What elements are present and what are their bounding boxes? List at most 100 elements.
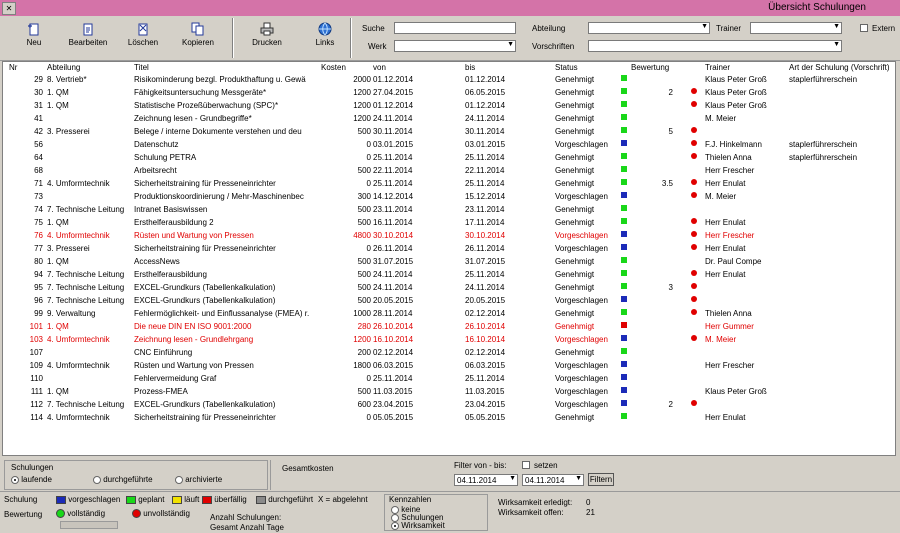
filter-label: Filter von - bis: (454, 461, 507, 470)
cell-von: 22.11.2014 (373, 166, 413, 175)
col-nr[interactable]: Nr (9, 63, 17, 72)
cell-von: 26.10.2014 (373, 322, 414, 331)
cell-art: staplerführerschein (789, 153, 858, 162)
radio-kz-wirksamkeit-label: Wirksamkeit (401, 521, 445, 530)
new-button[interactable]: Neu (14, 20, 54, 58)
table-row[interactable]: 109 4. Umformtechnik Rüsten und Wartung vo… (3, 360, 895, 373)
status-square-icon (621, 127, 627, 133)
cell-status: Genehmigt (555, 153, 595, 162)
col-art[interactable]: Art der Schulung (Vorschrift) (789, 63, 889, 72)
table-row[interactable]: 77 3. Presserei Sicherheitstraining für Pr… (3, 243, 895, 256)
cell-abteilung: 3. Presserei (47, 244, 90, 253)
radio-durchgefuehrte[interactable]: durchgeführte (93, 475, 153, 484)
cell-nr: 96 (34, 296, 43, 305)
new-button-label: Neu (26, 38, 42, 47)
table-row[interactable]: 95 7. Technische Leitung EXCEL-Grundkurs (… (3, 282, 895, 295)
col-kosten[interactable]: Kosten (321, 63, 346, 72)
table-row[interactable]: 80 1. QM AccessNews 500 31.07.2015 31.07.2015… (3, 256, 895, 269)
cell-von: 02.12.2014 (373, 348, 414, 357)
radio-durchgefuehrte-label: durchgeführte (103, 475, 153, 484)
table-row[interactable]: 114 4. Umformtechnik Sicherheitstraining f… (3, 412, 895, 425)
table-row[interactable]: 68 Arbeitsrecht 500 22.11.2014 22.11.2014 Gen… (3, 165, 895, 178)
radio-kz-wirksamkeit[interactable]: Wirksamkeit (391, 521, 445, 530)
radio-archivierte[interactable]: archivierte (175, 475, 222, 484)
radio-laufende[interactable]: laufende (11, 475, 52, 484)
cell-art: staplerführerschein (789, 140, 858, 149)
table-row[interactable]: 75 1. QM Ersthelferausbildung 2 500 16.11.20… (3, 217, 895, 230)
cell-status: Genehmigt (555, 88, 595, 97)
legend-laeuft-label: läuft (184, 495, 200, 504)
cell-titel: Rüsten und Wartung von Pressen (134, 361, 254, 370)
cell-nr: 103 (29, 335, 43, 344)
col-bis[interactable]: bis (465, 63, 475, 72)
legend-schulung-label: Schulung (4, 495, 38, 504)
status-square-icon (621, 283, 627, 289)
bewertung-dot-icon (691, 88, 697, 94)
cell-abteilung: 7. Technische Leitung (47, 205, 125, 214)
cell-trainer: Herr Enulat (705, 244, 746, 253)
table-row[interactable]: 56 Datenschutz 0 03.01.2015 03.01.2015 Vorges… (3, 139, 895, 152)
col-titel[interactable]: Titel (134, 63, 149, 72)
table-row[interactable]: 99 9. Verwaltung Fehlermöglichkeit- und Ei… (3, 308, 895, 321)
setzen-checkbox[interactable] (522, 461, 530, 469)
cell-von: 30.10.2014 (373, 231, 414, 240)
table-row[interactable]: 42 3. Presserei Belege / interne Dokumente… (3, 126, 895, 139)
filtern-button[interactable]: Filtern (588, 473, 614, 486)
table-row[interactable]: 111 1. QM Prozess-FMEA 500 11.03.2015 11.03.2… (3, 386, 895, 399)
table-row[interactable]: 73 Produktionskoordinierung / Mehr-Maschi… (3, 191, 895, 204)
table-row[interactable]: 110 Fehlervermeidung Graf 0 25.11.2014 25.11… (3, 373, 895, 386)
cell-kosten: 500 (357, 270, 371, 279)
cell-art: staplerführerschein (789, 75, 858, 84)
extern-checkbox[interactable] (860, 24, 868, 32)
col-status[interactable]: Status (555, 63, 578, 72)
cell-trainer: F.J. Hinkelmann (705, 140, 762, 149)
cell-status: Genehmigt (555, 257, 595, 266)
table-row[interactable]: 31 1. QM Statistische Prozeßüberwachung (S… (3, 100, 895, 113)
werk-select[interactable]: ▼ (394, 40, 516, 52)
table-row[interactable]: 103 4. Umformtechnik Zeichnung lesen - Gru… (3, 334, 895, 347)
radio-durchgefuehrte-dot (93, 475, 101, 484)
search-input[interactable] (394, 22, 516, 34)
cell-nr: 112 (30, 400, 43, 409)
filter-from-input[interactable]: 04.11.2014 ▼ (454, 474, 518, 486)
close-icon[interactable]: ✕ (2, 2, 16, 15)
cell-nr: 101 (29, 322, 43, 331)
col-bewertung[interactable]: Bewertung (631, 63, 669, 72)
print-button[interactable]: Drucken (246, 20, 288, 58)
legend-vorgeschlagen-label: vorgeschlagen (68, 495, 121, 504)
table-row[interactable]: 94 7. Technische Leitung Ersthelferausbild… (3, 269, 895, 282)
vorschriften-select[interactable]: ▼ (588, 40, 842, 52)
cell-von: 01.12.2014 (373, 75, 414, 84)
bewertung-scrollbar[interactable] (60, 521, 118, 529)
table-row[interactable]: 71 4. Umformtechnik Sicherheitstraining fü… (3, 178, 895, 191)
table-row[interactable]: 74 7. Technische Leitung Intranet Basiswis… (3, 204, 895, 217)
table-row[interactable]: 112 7. Technische Leitung EXCEL-Grundkurs … (3, 399, 895, 412)
edit-button[interactable]: Bearbeiten (62, 20, 114, 58)
trainer-select[interactable]: ▼ (750, 22, 842, 34)
table-row[interactable]: 96 7. Technische Leitung EXCEL-Grundkurs (… (3, 295, 895, 308)
cell-status: Vorgeschlagen (555, 400, 608, 409)
col-trainer[interactable]: Trainer (705, 63, 730, 72)
table-row[interactable]: 76 4. Umformtechnik Rüsten und Wartung von… (3, 230, 895, 243)
table-row[interactable]: 101 1. QM Die neue DIN EN ISO 9001:2000 280… (3, 321, 895, 334)
abteilung-select[interactable]: ▼ (588, 22, 710, 34)
table-row[interactable]: 29 8. Vertrieb* Risikominderung bezgl. Pro… (3, 74, 895, 87)
table-row[interactable]: 41 Zeichnung lesen - Grundbegriffe* 1200 24… (3, 113, 895, 126)
copy-button[interactable]: Kopieren (176, 20, 220, 58)
cell-von: 05.05.2015 (373, 413, 414, 422)
cell-bis: 03.01.2015 (465, 140, 506, 149)
cell-titel: EXCEL-Grundkurs (Tabellenkalkulation) (134, 283, 276, 292)
legend-vollstaendig-label: vollständig (67, 509, 106, 518)
bewertung-dot-icon (691, 231, 697, 237)
cell-trainer: Herr Enulat (705, 270, 746, 279)
delete-button[interactable]: Löschen (122, 20, 164, 58)
table-row[interactable]: 30 1. QM Fähigkeitsuntersuchung Messgeräte… (3, 87, 895, 100)
table-row[interactable]: 64 Schulung PETRA 0 25.11.2014 25.11.2014 Gen… (3, 152, 895, 165)
col-von[interactable]: von (373, 63, 386, 72)
links-button[interactable]: Links (306, 20, 344, 58)
table-row[interactable]: 107 CNC Einführung 200 02.12.2014 02.12.2014… (3, 347, 895, 360)
col-abteilung[interactable]: Abteilung (47, 63, 80, 72)
cell-von: 26.11.2014 (373, 244, 413, 253)
cell-titel: Ersthelferausbildung (134, 270, 207, 279)
filter-to-input[interactable]: 04.11.2014 ▼ (522, 474, 584, 486)
